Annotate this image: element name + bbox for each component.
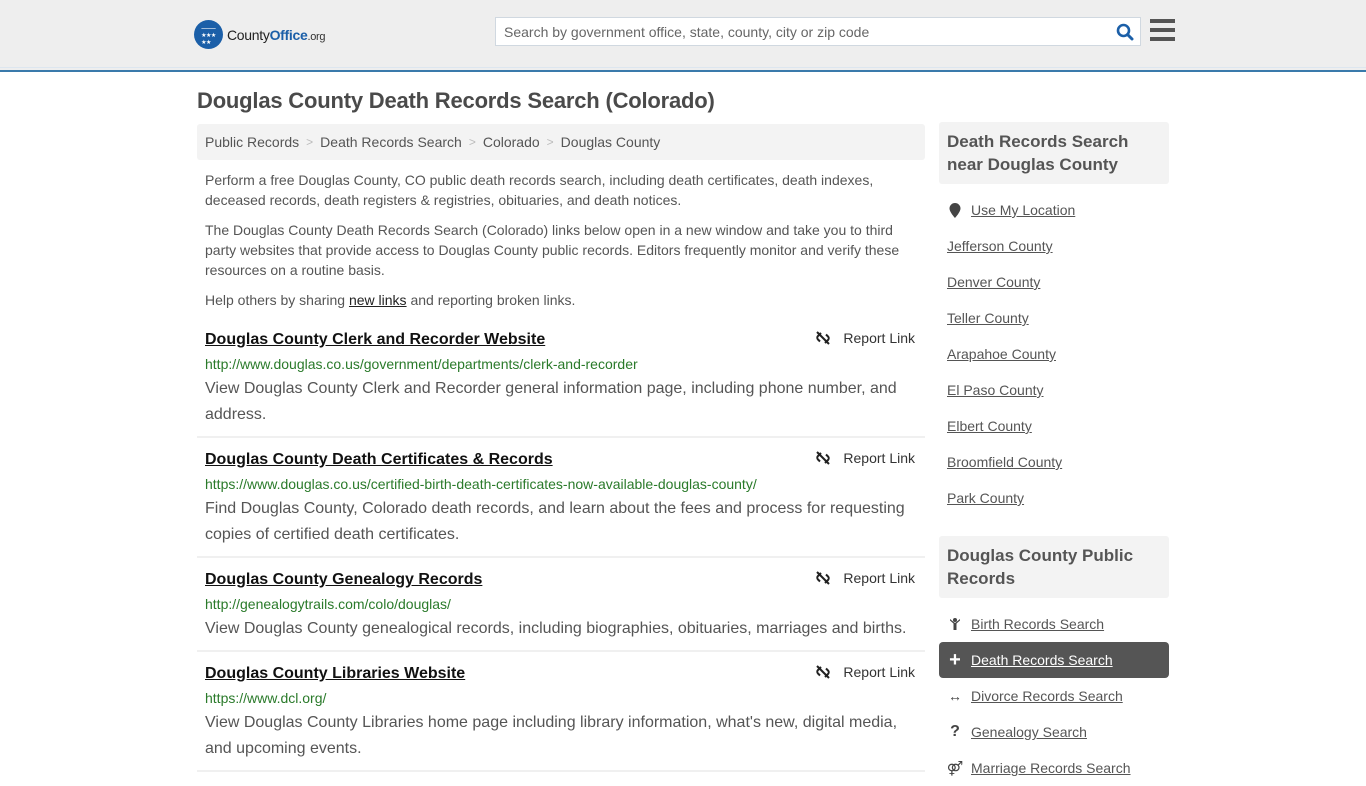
breadcrumb-death-records[interactable]: Death Records Search <box>320 134 462 150</box>
result-item: Douglas County Death Certificates & Reco… <box>197 438 925 558</box>
nearby-county-link[interactable]: Park County <box>947 490 1024 506</box>
marriage-records-link[interactable]: Marriage Records Search <box>971 760 1131 776</box>
nearby-county-link[interactable]: Denver County <box>947 274 1040 290</box>
nearby-county-link[interactable]: Elbert County <box>947 418 1032 434</box>
result-title-link[interactable]: Douglas County Death Certificates & Reco… <box>205 448 917 472</box>
result-description: View Douglas County Clerk and Recorder g… <box>205 380 897 423</box>
broken-link-icon <box>816 451 831 465</box>
intro-paragraph: Help others by sharing new links and rep… <box>205 292 576 308</box>
nearby-county-item: El Paso County <box>939 372 1169 408</box>
eagle-logo-icon: ⸺ ★★★ ★★ <box>194 20 223 49</box>
breadcrumb-douglas-county[interactable]: Douglas County <box>561 134 661 150</box>
public-records-block: Douglas County Public Records Birth Reco… <box>939 536 1169 786</box>
report-link-button[interactable]: Report Link <box>815 450 915 466</box>
logo-wordmark: CountyOffice.org <box>227 26 326 43</box>
intro-paragraph: The Douglas County Death Records Search … <box>205 222 900 278</box>
breadcrumb-public-records[interactable]: Public Records <box>205 134 299 150</box>
use-my-location-item: Use My Location <box>939 192 1169 228</box>
menu-bar-icon <box>1150 19 1175 23</box>
breadcrumb-separator: > <box>306 135 314 149</box>
search-box <box>495 17 1141 46</box>
broken-link-icon <box>816 571 831 585</box>
hamburger-menu-button[interactable] <box>1150 19 1175 41</box>
nearby-county-item: Arapahoe County <box>939 336 1169 372</box>
sidebar-item-marriage-records[interactable]: ⚤ Marriage Records Search <box>939 750 1169 786</box>
nearby-county-link[interactable]: Broomfield County <box>947 454 1062 470</box>
result-item: Douglas County Libraries Website https:/… <box>197 652 925 772</box>
public-records-list: Birth Records Search + Death Records Sea… <box>939 598 1169 786</box>
nearby-county-link[interactable]: El Paso County <box>947 382 1044 398</box>
death-records-link[interactable]: Death Records Search <box>971 652 1113 668</box>
result-url-link[interactable]: http://www.douglas.co.us/government/depa… <box>205 352 917 376</box>
intro-text: Perform a free Douglas County, CO public… <box>205 170 920 320</box>
report-link-button[interactable]: Report Link <box>815 330 915 346</box>
sidebar-item-divorce-records[interactable]: ↔ Divorce Records Search <box>939 678 1169 714</box>
header-divider <box>0 67 1366 68</box>
broken-link-icon <box>816 331 831 345</box>
nearby-list: Use My Location Jefferson County Denver … <box>939 184 1169 516</box>
result-description: View Douglas County genealogical records… <box>205 620 907 637</box>
breadcrumb-separator: > <box>546 135 554 149</box>
baby-icon <box>947 617 963 631</box>
result-title-link[interactable]: Douglas County Clerk and Recorder Websit… <box>205 328 917 352</box>
nearby-heading: Death Records Search near Douglas County <box>939 122 1169 184</box>
nearby-county-link[interactable]: Jefferson County <box>947 238 1053 254</box>
result-title-link[interactable]: Douglas County Libraries Website <box>205 662 917 686</box>
marriage-icon: ⚤ <box>946 759 964 776</box>
breadcrumb-colorado[interactable]: Colorado <box>483 134 540 150</box>
divorce-records-link[interactable]: Divorce Records Search <box>971 688 1123 704</box>
result-item: Douglas County Genealogy Records http://… <box>197 558 925 652</box>
result-title-link[interactable]: Douglas County Genealogy Records <box>205 568 917 592</box>
breadcrumb: Public Records > Death Records Search > … <box>197 124 925 160</box>
nearby-county-item: Broomfield County <box>939 444 1169 480</box>
sidebar: Death Records Search near Douglas County… <box>939 122 1169 786</box>
nearby-county-item: Park County <box>939 480 1169 516</box>
menu-bar-icon <box>1150 37 1175 41</box>
result-url-link[interactable]: https://www.douglas.co.us/certified-birt… <box>205 472 917 496</box>
map-marker-icon <box>947 202 963 218</box>
genealogy-link[interactable]: Genealogy Search <box>971 724 1087 740</box>
plus-cross-icon: + <box>949 648 961 671</box>
sidebar-item-genealogy[interactable]: ? Genealogy Search <box>939 714 1169 750</box>
search-input[interactable] <box>496 18 1110 45</box>
report-link-button[interactable]: Report Link <box>815 570 915 586</box>
site-logo[interactable]: ⸺ ★★★ ★★ CountyOffice.org <box>194 20 326 49</box>
new-links-link[interactable]: new links <box>349 292 407 308</box>
sidebar-item-birth-records[interactable]: Birth Records Search <box>939 606 1169 642</box>
intro-paragraph: Perform a free Douglas County, CO public… <box>205 172 874 208</box>
result-url-link[interactable]: https://www.dcl.org/ <box>205 686 917 710</box>
public-records-heading: Douglas County Public Records <box>939 536 1169 598</box>
question-icon: ? <box>950 723 960 740</box>
result-url-link[interactable]: http://genealogytrails.com/colo/douglas/ <box>205 592 917 616</box>
page-title: Douglas County Death Records Search (Col… <box>197 88 715 113</box>
results-list: Douglas County Clerk and Recorder Websit… <box>197 328 925 772</box>
search-icon <box>1116 23 1134 40</box>
nearby-county-link[interactable]: Arapahoe County <box>947 346 1056 362</box>
result-description: Find Douglas County, Colorado death reco… <box>205 500 905 543</box>
nearby-county-item: Elbert County <box>939 408 1169 444</box>
report-link-button[interactable]: Report Link <box>815 664 915 680</box>
nearby-county-link[interactable]: Teller County <box>947 310 1029 326</box>
nearby-county-item: Teller County <box>939 300 1169 336</box>
broken-link-icon <box>816 665 831 679</box>
sidebar-item-death-records[interactable]: + Death Records Search <box>939 642 1169 678</box>
nearby-county-item: Jefferson County <box>939 228 1169 264</box>
arrows-horizontal-icon: ↔ <box>948 688 962 704</box>
search-button[interactable] <box>1110 18 1140 45</box>
menu-bar-icon <box>1150 28 1175 32</box>
use-my-location-link[interactable]: Use My Location <box>971 202 1075 218</box>
site-header: ⸺ ★★★ ★★ CountyOffice.org <box>0 0 1366 72</box>
birth-records-link[interactable]: Birth Records Search <box>971 616 1104 632</box>
result-description: View Douglas County Libraries home page … <box>205 714 898 757</box>
breadcrumb-separator: > <box>468 135 476 149</box>
nearby-county-item: Denver County <box>939 264 1169 300</box>
result-item: Douglas County Clerk and Recorder Websit… <box>197 328 925 438</box>
